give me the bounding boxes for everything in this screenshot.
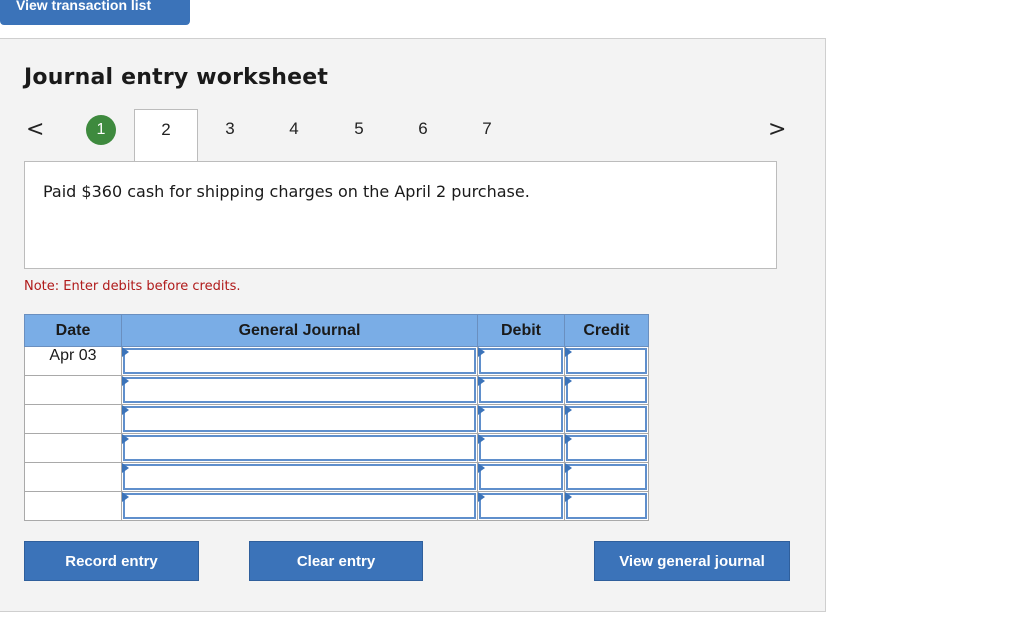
table-row xyxy=(24,491,649,521)
input-marker-icon xyxy=(565,405,572,415)
date-cell xyxy=(24,462,122,492)
input-marker-icon xyxy=(565,434,572,444)
completed-check-badge: 1 xyxy=(86,115,116,145)
input-marker-icon xyxy=(478,376,485,386)
tab-6[interactable]: 6 xyxy=(391,109,455,161)
chevron-right-icon[interactable]: > xyxy=(768,117,786,142)
input-marker-icon xyxy=(478,434,485,444)
table-row xyxy=(24,375,649,405)
credit-input[interactable] xyxy=(564,491,649,521)
account-input[interactable] xyxy=(121,346,478,376)
date-cell xyxy=(24,404,122,434)
input-marker-icon xyxy=(565,492,572,502)
record-entry-button[interactable]: Record entry xyxy=(24,541,199,581)
tab-5[interactable]: 5 xyxy=(327,109,391,161)
credit-input[interactable] xyxy=(564,375,649,405)
debit-column-header: Debit xyxy=(477,314,565,347)
chevron-left-icon[interactable]: < xyxy=(26,117,44,142)
view-general-journal-button[interactable]: View general journal xyxy=(594,541,790,581)
dropdown-marker-icon xyxy=(122,492,129,502)
debit-input[interactable] xyxy=(477,462,565,492)
dropdown-marker-icon xyxy=(122,405,129,415)
credit-column-header: Credit xyxy=(564,314,649,347)
credit-input[interactable] xyxy=(564,404,649,434)
dropdown-marker-icon xyxy=(122,463,129,473)
dropdown-marker-icon xyxy=(122,434,129,444)
date-column-header: Date xyxy=(24,314,122,347)
table-row: Apr 03 xyxy=(24,346,649,376)
account-input[interactable] xyxy=(121,491,478,521)
journal-table: Date General Journal Debit Credit Apr 03 xyxy=(24,314,649,521)
general-journal-column-header: General Journal xyxy=(121,314,478,347)
table-row xyxy=(24,462,649,492)
debit-input[interactable] xyxy=(477,433,565,463)
input-marker-icon xyxy=(565,347,572,357)
table-row xyxy=(24,433,649,463)
dropdown-marker-icon xyxy=(122,376,129,386)
account-input[interactable] xyxy=(121,375,478,405)
date-cell xyxy=(24,433,122,463)
input-marker-icon xyxy=(565,463,572,473)
account-input[interactable] xyxy=(121,433,478,463)
input-marker-icon xyxy=(478,405,485,415)
credit-input[interactable] xyxy=(564,346,649,376)
table-header-row: Date General Journal Debit Credit xyxy=(24,314,649,347)
debit-input[interactable] xyxy=(477,404,565,434)
date-cell xyxy=(24,375,122,405)
credit-input[interactable] xyxy=(564,462,649,492)
transaction-description-box: Paid $360 cash for shipping charges on t… xyxy=(24,161,777,269)
input-marker-icon xyxy=(478,463,485,473)
account-input[interactable] xyxy=(121,404,478,434)
account-input[interactable] xyxy=(121,462,478,492)
debit-input[interactable] xyxy=(477,375,565,405)
tab-4[interactable]: 4 xyxy=(262,109,326,161)
tab-2[interactable]: 2 xyxy=(134,109,198,162)
transaction-description: Paid $360 cash for shipping charges on t… xyxy=(43,182,530,201)
date-cell: Apr 03 xyxy=(24,346,122,376)
tab-7[interactable]: 7 xyxy=(455,109,519,161)
tab-1[interactable]: 1 xyxy=(69,109,133,161)
debit-input[interactable] xyxy=(477,346,565,376)
dropdown-marker-icon xyxy=(122,347,129,357)
view-transaction-list-button[interactable]: View transaction list xyxy=(0,0,190,25)
tab-3[interactable]: 3 xyxy=(198,109,262,161)
input-marker-icon xyxy=(565,376,572,386)
clear-entry-button[interactable]: Clear entry xyxy=(249,541,423,581)
debit-input[interactable] xyxy=(477,491,565,521)
worksheet-panel: Journal entry worksheet < 1 2 3 4 5 6 7 … xyxy=(0,38,826,612)
table-row xyxy=(24,404,649,434)
input-marker-icon xyxy=(478,492,485,502)
date-cell xyxy=(24,491,122,521)
instruction-note: Note: Enter debits before credits. xyxy=(24,279,241,294)
credit-input[interactable] xyxy=(564,433,649,463)
input-marker-icon xyxy=(478,347,485,357)
page-title: Journal entry worksheet xyxy=(24,65,329,90)
